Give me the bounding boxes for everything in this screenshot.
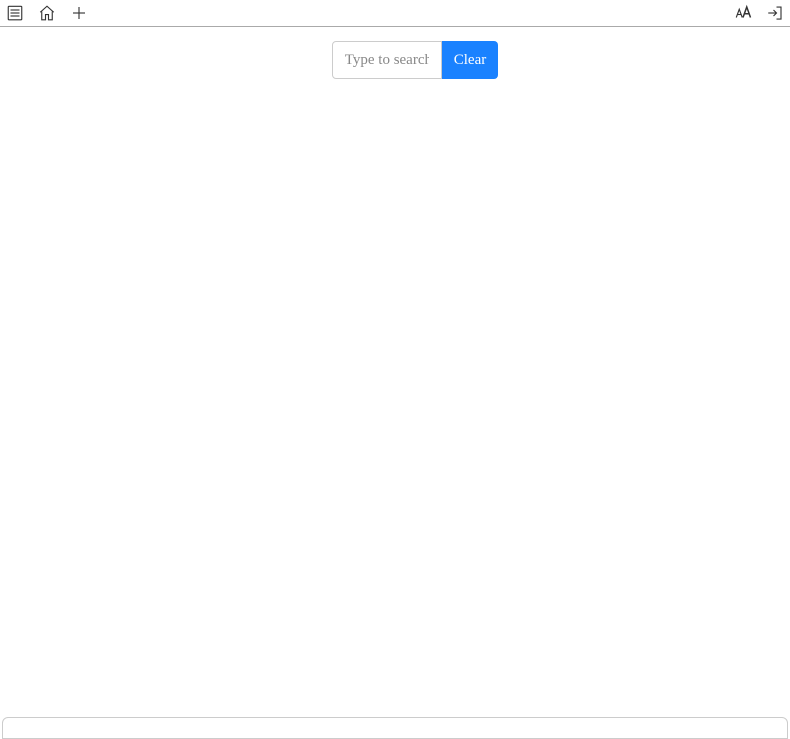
search-input[interactable]: [332, 41, 442, 79]
search-row: Clear: [332, 41, 498, 79]
clear-button[interactable]: Clear: [442, 41, 498, 79]
toolbar-right: [734, 4, 784, 22]
main-content: Clear: [0, 27, 790, 739]
text-size-icon[interactable]: [734, 4, 752, 22]
plus-icon[interactable]: [70, 4, 88, 22]
toolbar: [0, 0, 790, 27]
bottom-panel[interactable]: [2, 717, 788, 739]
toolbar-left: [6, 4, 88, 22]
home-icon[interactable]: [38, 4, 56, 22]
list-icon[interactable]: [6, 4, 24, 22]
enter-icon[interactable]: [766, 4, 784, 22]
